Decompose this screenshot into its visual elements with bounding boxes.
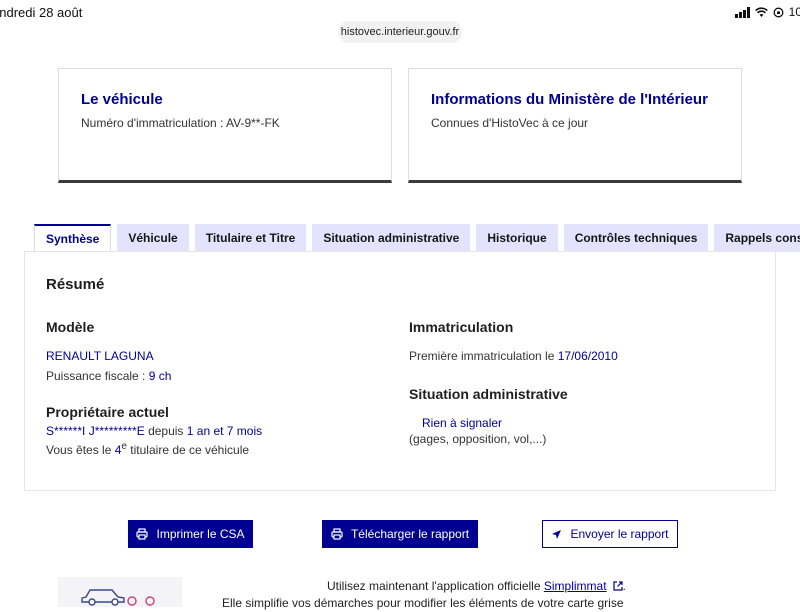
tab-situation-administrative[interactable]: Situation administrative (312, 224, 471, 252)
summary-panel: Résumé Modèle RENAULT LAGUNA Puissance f… (24, 251, 776, 491)
vehicle-card: Le véhicule Numéro d'immatriculation : A… (58, 68, 392, 183)
simplimmat-illustration (58, 577, 182, 607)
send-report-label: Envoyer le rapport (570, 527, 669, 541)
battery-percent: 10 (788, 5, 800, 19)
owner-name: S******I J*********E (46, 424, 145, 438)
address-bar[interactable]: histovec.interieur.gouv.fr (338, 21, 462, 43)
ministry-card-title: Informations du Ministère de l'Intérieur (431, 91, 708, 108)
summary-title: Résumé (46, 276, 105, 293)
first-registration-label: Première immatriculation le (409, 349, 558, 363)
fiscal-power-value: 9 ch (148, 369, 172, 383)
owner-line: S******I J*********E depuis 1 an et 7 mo… (46, 424, 262, 438)
first-registration: Première immatriculation le 17/06/2010 (409, 349, 618, 363)
registration-heading: Immatriculation (409, 319, 514, 335)
footer-promo: Utilisez maintenant l'application offici… (327, 579, 626, 593)
status-icons: 10 (734, 5, 800, 19)
model-name: RENAULT LAGUNA (46, 349, 154, 363)
external-link-icon (612, 581, 623, 591)
admin-status: Rien à signaler (422, 416, 503, 430)
tab-rappels-constructeur[interactable]: Rappels constru (714, 224, 800, 252)
owner-rank-suffix: titulaire de ce véhicule (126, 443, 250, 457)
printer-icon (136, 528, 149, 540)
owner-since-label: depuis (144, 424, 187, 438)
owner-heading: Propriétaire actuel (46, 404, 169, 420)
owner-since-value: 1 an et 7 mois (186, 424, 263, 438)
printer-icon (331, 528, 343, 540)
admin-detail: (gages, opposition, vol,...) (409, 432, 547, 446)
owner-rank: Vous êtes le 4e titulaire de ce véhicule (46, 441, 249, 457)
send-report-button[interactable]: Envoyer le rapport (542, 520, 678, 548)
tab-synthese[interactable]: Synthèse (34, 224, 112, 252)
footer-promo-line2: Elle simplifie vos démarches pour modifi… (222, 596, 624, 610)
signal-icon (734, 6, 750, 18)
wifi-icon (754, 6, 768, 17)
first-registration-date: 17/06/2010 (557, 349, 618, 363)
ministry-card: Informations du Ministère de l'Intérieur… (408, 68, 742, 183)
download-report-button[interactable]: Télécharger le rapport (322, 520, 478, 548)
tab-bar: Synthèse Véhicule Titulaire et Titre Sit… (34, 224, 800, 252)
owner-rank-prefix: Vous êtes le (46, 443, 115, 457)
model-heading: Modèle (46, 319, 95, 335)
simplimmat-link[interactable]: Simplimmat (544, 579, 607, 593)
admin-heading: Situation administrative (409, 386, 568, 402)
fiscal-power-label: Puissance fiscale : (46, 369, 149, 383)
send-icon (552, 529, 562, 539)
vehicle-card-subtitle: Numéro d'immatriculation : AV-9**-FK (81, 116, 280, 130)
footer-text-after: . (622, 579, 626, 593)
orientation-lock-icon (773, 7, 784, 17)
car-motorbike-icon (81, 589, 155, 606)
tab-historique[interactable]: Historique (476, 224, 558, 252)
ministry-card-subtitle: Connues d'HistoVec à ce jour (431, 116, 589, 130)
fiscal-power: Puissance fiscale : 9 ch (46, 369, 171, 383)
vehicle-card-title: Le véhicule (81, 91, 163, 108)
footer-text-before: Utilisez maintenant l'application offici… (327, 579, 544, 593)
print-csa-label: Imprimer le CSA (156, 527, 245, 541)
print-csa-button[interactable]: Imprimer le CSA (128, 520, 253, 548)
tab-titulaire[interactable]: Titulaire et Titre (194, 224, 307, 252)
download-report-label: Télécharger le rapport (350, 527, 470, 541)
tab-vehicule[interactable]: Véhicule (117, 224, 189, 252)
status-date: endredi 28 août (0, 5, 83, 20)
tab-controles-techniques[interactable]: Contrôles techniques (563, 224, 709, 252)
